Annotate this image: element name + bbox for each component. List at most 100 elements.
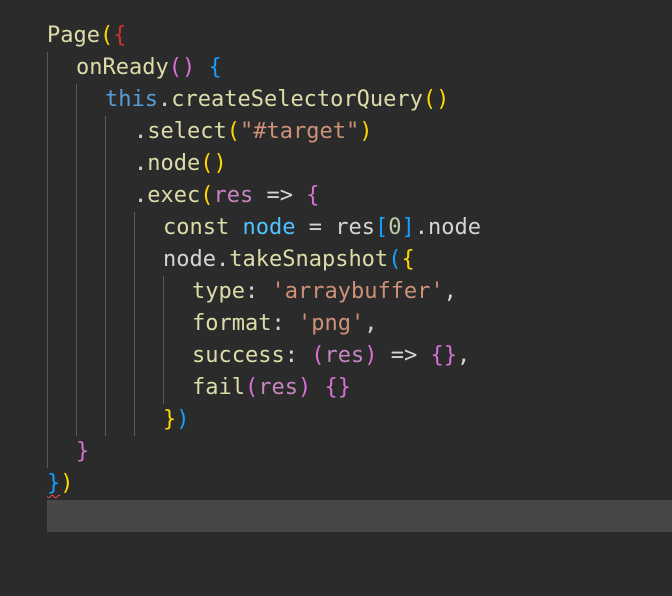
- code-token: success: [192, 343, 285, 368]
- indent-guide: [105, 116, 106, 148]
- indent-guide: [76, 180, 77, 212]
- code-line[interactable]: onReady() {: [47, 52, 672, 84]
- code-token: =>: [377, 343, 431, 368]
- code-token: ): [60, 471, 74, 496]
- indent-guide: [47, 308, 48, 340]
- code-text: .node(): [134, 148, 227, 180]
- code-token: .: [157, 87, 172, 112]
- code-token: ]: [401, 215, 415, 240]
- code-token: {}: [430, 343, 457, 368]
- code-text: type: 'arraybuffer',: [192, 276, 457, 308]
- indent-guide: [105, 180, 106, 212]
- indent-guide: [105, 404, 106, 436]
- code-token: node: [147, 151, 201, 176]
- code-token: createSelectorQuery: [171, 87, 423, 112]
- code-line[interactable]: .select("#target"): [47, 116, 672, 148]
- code-token: node: [242, 215, 296, 240]
- indent-guide: [105, 308, 106, 340]
- code-text: .exec(res => {: [134, 180, 319, 212]
- indent-guide: [47, 436, 48, 468]
- code-text: format: 'png',: [192, 308, 377, 340]
- code-token: {: [208, 55, 222, 80]
- code-line[interactable]: }): [47, 468, 672, 500]
- code-token: (): [200, 151, 227, 176]
- code-token: =: [295, 215, 336, 240]
- code-token: .node: [414, 215, 481, 240]
- code-token: }: [163, 407, 177, 432]
- code-line[interactable]: const node = res[0].node: [47, 212, 672, 244]
- indent-guide: [76, 340, 77, 372]
- code-text: this.createSelectorQuery(): [105, 84, 449, 116]
- code-line[interactable]: .node(): [47, 148, 672, 180]
- code-line[interactable]: node.takeSnapshot({: [47, 244, 672, 276]
- code-line[interactable]: }: [47, 436, 672, 468]
- code-token: =>: [253, 183, 307, 208]
- code-line[interactable]: fail(res) {}: [47, 372, 672, 404]
- code-token: ,: [456, 343, 471, 368]
- code-line[interactable]: this.createSelectorQuery(): [47, 84, 672, 116]
- code-token: {}: [324, 375, 351, 400]
- code-lines[interactable]: Page({onReady() {this.createSelectorQuer…: [47, 20, 672, 500]
- indent-guide: [76, 372, 77, 404]
- indent-guide: [47, 84, 48, 116]
- indent-guide: [134, 212, 135, 244]
- indent-guide: [134, 372, 135, 404]
- indent-guide: [47, 212, 48, 244]
- code-token: :: [284, 343, 312, 368]
- indent-guide: [163, 372, 164, 404]
- code-token: ,: [443, 279, 457, 304]
- code-text: onReady() {: [76, 52, 222, 84]
- code-token: (): [168, 55, 196, 80]
- code-text: }): [163, 404, 190, 436]
- code-line[interactable]: success: (res) => {},: [47, 340, 672, 372]
- code-token: {: [113, 23, 127, 48]
- indent-guide: [134, 340, 135, 372]
- code-token: const: [163, 215, 230, 240]
- code-token: (: [99, 23, 114, 48]
- code-token: }: [76, 439, 90, 464]
- code-token: type: [192, 279, 245, 304]
- indent-guide: [163, 308, 164, 340]
- current-line-highlight: [47, 500, 672, 532]
- indent-guide: [134, 404, 135, 436]
- code-token: (: [388, 247, 402, 272]
- code-token: ): [176, 407, 190, 432]
- code-token: {: [401, 247, 415, 272]
- code-line[interactable]: type: 'arraybuffer',: [47, 276, 672, 308]
- code-editor[interactable]: Page({onReady() {this.createSelectorQuer…: [0, 0, 672, 596]
- indent-guide: [105, 340, 106, 372]
- code-token: (): [422, 87, 450, 112]
- code-token: res: [258, 375, 298, 400]
- code-line[interactable]: }): [47, 404, 672, 436]
- code-token: 'arraybuffer': [271, 279, 444, 304]
- code-text: node.takeSnapshot({: [163, 244, 415, 276]
- code-line[interactable]: Page({: [47, 20, 672, 52]
- indent-guide: [76, 404, 77, 436]
- indent-guide: [76, 148, 77, 180]
- code-line[interactable]: format: 'png',: [47, 308, 672, 340]
- code-token: (: [200, 183, 214, 208]
- indent-guide: [47, 276, 48, 308]
- code-text: .select("#target"): [134, 116, 372, 148]
- code-token: ): [364, 343, 378, 368]
- indent-guide: [163, 340, 164, 372]
- indent-guide: [76, 276, 77, 308]
- code-token: onReady: [76, 55, 169, 80]
- code-token: :: [244, 279, 272, 304]
- indent-guide: [47, 52, 48, 84]
- indent-guide: [76, 116, 77, 148]
- indent-guide: [76, 212, 77, 244]
- code-token: (: [244, 375, 259, 400]
- code-token: select: [147, 119, 227, 144]
- code-token: Page: [47, 23, 100, 48]
- indent-guide: [105, 212, 106, 244]
- code-token: .: [134, 119, 148, 144]
- code-token: takeSnapshot: [229, 247, 389, 272]
- code-token: node: [163, 247, 216, 272]
- indent-guide: [105, 372, 106, 404]
- code-token: res: [324, 343, 365, 368]
- code-token: [: [374, 215, 389, 240]
- code-line[interactable]: .exec(res => {: [47, 180, 672, 212]
- indent-guide: [105, 276, 106, 308]
